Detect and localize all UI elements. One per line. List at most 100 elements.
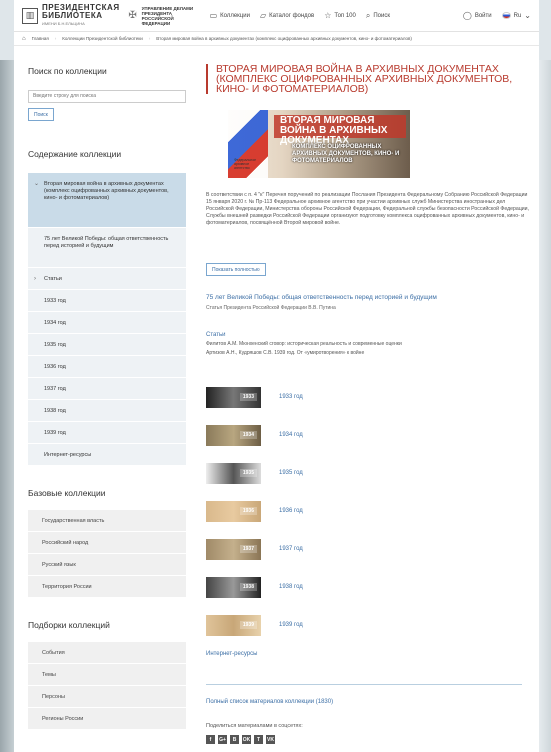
toc-item[interactable]: 1934 год (28, 312, 186, 334)
year-thumbnail[interactable]: 1938 (206, 576, 261, 598)
collection-item[interactable]: Русский язык (28, 554, 186, 576)
collection-description: В соответствии с п. 4 "к" Перечня поруче… (206, 192, 531, 255)
toc-title: Содержание коллекции (28, 149, 122, 159)
base-collections-list: Государственная власть Российский народ … (28, 510, 186, 598)
home-icon[interactable]: ⌂ (22, 36, 26, 42)
star-icon: ☆ (324, 11, 332, 20)
toc-item[interactable]: 1938 год (28, 400, 186, 422)
year-item[interactable]: 1933 1933 год (206, 378, 531, 416)
banner-title: Вторая мировая война в архивных документ… (280, 115, 388, 146)
user-icon: ◯ (462, 11, 472, 20)
year-item[interactable]: 1937 1937 год (206, 530, 531, 568)
breadcrumb: ⌂ Главная › Коллекции Президентской библ… (14, 32, 539, 46)
toc-item[interactable]: 1935 год (28, 334, 186, 356)
base-collections-title: Базовые коллекции (28, 488, 106, 498)
year-item[interactable]: 1934 1934 год (206, 416, 531, 454)
toc-item[interactable]: 1936 год (28, 356, 186, 378)
year-item[interactable]: 1939 1939 год (206, 606, 531, 644)
russia-flag-icon (501, 12, 511, 19)
toc-item[interactable]: 1933 год (28, 290, 186, 312)
internet-resources-link[interactable]: Интернет-ресурсы (206, 651, 531, 657)
banner-agency: Федеральное архивное агентство (234, 158, 257, 170)
chevron-right-icon: › (34, 276, 36, 282)
year-thumbnail[interactable]: 1936 (206, 500, 261, 522)
background-left (0, 60, 14, 752)
year-thumbnail[interactable]: 1934 (206, 424, 261, 446)
chevron-down-icon: ⌄ (34, 181, 40, 187)
collection-item[interactable]: Российский народ (28, 532, 186, 554)
toc-item[interactable]: Интернет-ресурсы (28, 444, 186, 466)
language-select[interactable]: Ru ⌄ (501, 11, 531, 20)
year-thumbnail[interactable]: 1939 (206, 614, 261, 636)
year-thumbnail[interactable]: 1933 (206, 386, 261, 408)
main-nav: ▭ Коллекции ▱ Каталог фондов ☆ Топ 100 ⌕ Пои… (210, 11, 390, 21)
twitter-icon[interactable]: T (254, 735, 263, 744)
collection-item[interactable]: Территория России (28, 576, 186, 598)
years-list: 1933 1933 год 1934 1934 год 1935 1935 го… (206, 378, 531, 644)
login-button[interactable]: ◯ Войти (463, 11, 492, 20)
eagle-emblem-icon: ✠ (128, 10, 137, 21)
year-thumbnail[interactable]: 1935 (206, 462, 261, 484)
toc-item[interactable]: 1937 год (28, 378, 186, 400)
book-icon: ▭ (209, 11, 218, 20)
selections-list: События Темы Персоны Регионы России (28, 642, 186, 730)
search-icon: ⌕ (365, 10, 371, 20)
breadcrumb-home[interactable]: Главная (32, 36, 49, 41)
divider (206, 684, 522, 685)
nav-top100[interactable]: ☆ Топ 100 (324, 11, 356, 20)
selections-title: Подборки коллекций (28, 620, 110, 630)
article-link[interactable]: Филитов А.М. Мюнхенский сговор: историче… (206, 341, 531, 347)
library-logo[interactable]: ▥ ПРЕЗИДЕНТСКАЯ БИБЛИОТЕКА ИМЕНИ Б.Н.ЕЛЬ… (22, 3, 120, 28)
victory-article-link[interactable]: 75 лет Великой Победы: общая ответственн… (206, 294, 531, 301)
collection-banner: Вторая мировая война в архивных документ… (228, 110, 410, 178)
toc-list: ⌄ Вторая мировая война в архивных докумен… (28, 173, 186, 466)
social-buttons: f G+ B OK T VK (206, 735, 531, 744)
toc-item[interactable]: ⌄ Вторая мировая война в архивных докумен… (28, 173, 186, 228)
nav-collections[interactable]: ▭ Коллекции (210, 11, 250, 20)
vk-icon[interactable]: VK (266, 735, 275, 744)
year-item[interactable]: 1935 1935 год (206, 454, 531, 492)
background-right (539, 60, 551, 752)
breadcrumb-collections[interactable]: Коллекции Президентской библиотеки (62, 36, 143, 41)
breadcrumb-separator-icon: › (148, 36, 151, 41)
toc-item[interactable]: 1939 год (28, 422, 186, 444)
articles-link[interactable]: Статьи (206, 332, 531, 338)
selection-item[interactable]: События (28, 642, 186, 664)
show-more-button[interactable]: Показать полностью (206, 263, 266, 276)
year-item[interactable]: 1938 1938 год (206, 568, 531, 606)
logo-line2: БИБЛИОТЕКА (42, 10, 103, 20)
library-logo-icon: ▥ (22, 7, 38, 24)
header: ▥ ПРЕЗИДЕНТСКАЯ БИБЛИОТЕКА ИМЕНИ Б.Н.ЕЛЬ… (14, 0, 539, 32)
collection-search-input[interactable] (28, 89, 186, 103)
folder-icon: ▱ (259, 11, 267, 20)
sidebar: Поиск по коллекции Поиск Содержание колл… (14, 46, 186, 752)
victory-article-subtitle: Статья Президента Российской Федерации В… (206, 305, 336, 311)
selection-item[interactable]: Темы (28, 664, 186, 686)
logo-line3: ИМЕНИ Б.Н.ЕЛЬЦИНА (42, 20, 85, 26)
year-item[interactable]: 1936 1936 год (206, 492, 531, 530)
nav-search[interactable]: ⌕ Поиск (366, 11, 390, 21)
search-title: Поиск по коллекции (28, 66, 107, 76)
page: ▥ ПРЕЗИДЕНТСКАЯ БИБЛИОТЕКА ИМЕНИ Б.Н.ЕЛЬ… (14, 0, 539, 752)
facebook-icon[interactable]: f (206, 735, 215, 744)
chevron-down-icon: ⌄ (524, 11, 531, 20)
article-link[interactable]: Артизов А.Н., Кудряшов С.В. 1939 год. От… (206, 350, 531, 356)
breadcrumb-current: Вторая мировая война в архивных документ… (156, 36, 412, 41)
google-plus-icon[interactable]: G+ (218, 735, 227, 744)
toc-item[interactable]: 75 лет Великой Победы: общая ответственн… (28, 228, 186, 268)
share-label: Поделиться материалами в соцсетях: (206, 723, 303, 729)
main-content: Вторая мировая война в архивных документ… (186, 46, 539, 752)
breadcrumb-separator-icon: › (54, 36, 57, 41)
search-button[interactable]: Поиск (28, 108, 54, 121)
year-thumbnail[interactable]: 1937 (206, 538, 261, 560)
blogger-icon[interactable]: B (230, 735, 239, 744)
selection-item[interactable]: Персоны (28, 686, 186, 708)
full-list-link[interactable]: Полный список материалов коллекции (1830… (206, 699, 531, 705)
nav-catalog[interactable]: ▱ Каталог фондов (260, 11, 314, 20)
toc-item[interactable]: › Статьи (28, 268, 186, 290)
admin-text: УПРАВЛЕНИЕ ДЕЛАМИ ПРЕЗИДЕНТА РОССИЙСКОЙ … (141, 5, 194, 26)
selection-item[interactable]: Регионы России (28, 708, 186, 730)
collection-item[interactable]: Государственная власть (28, 510, 186, 532)
odnoklassniki-icon[interactable]: OK (242, 735, 251, 744)
page-title: Вторая мировая война в архивных документ… (206, 64, 531, 94)
